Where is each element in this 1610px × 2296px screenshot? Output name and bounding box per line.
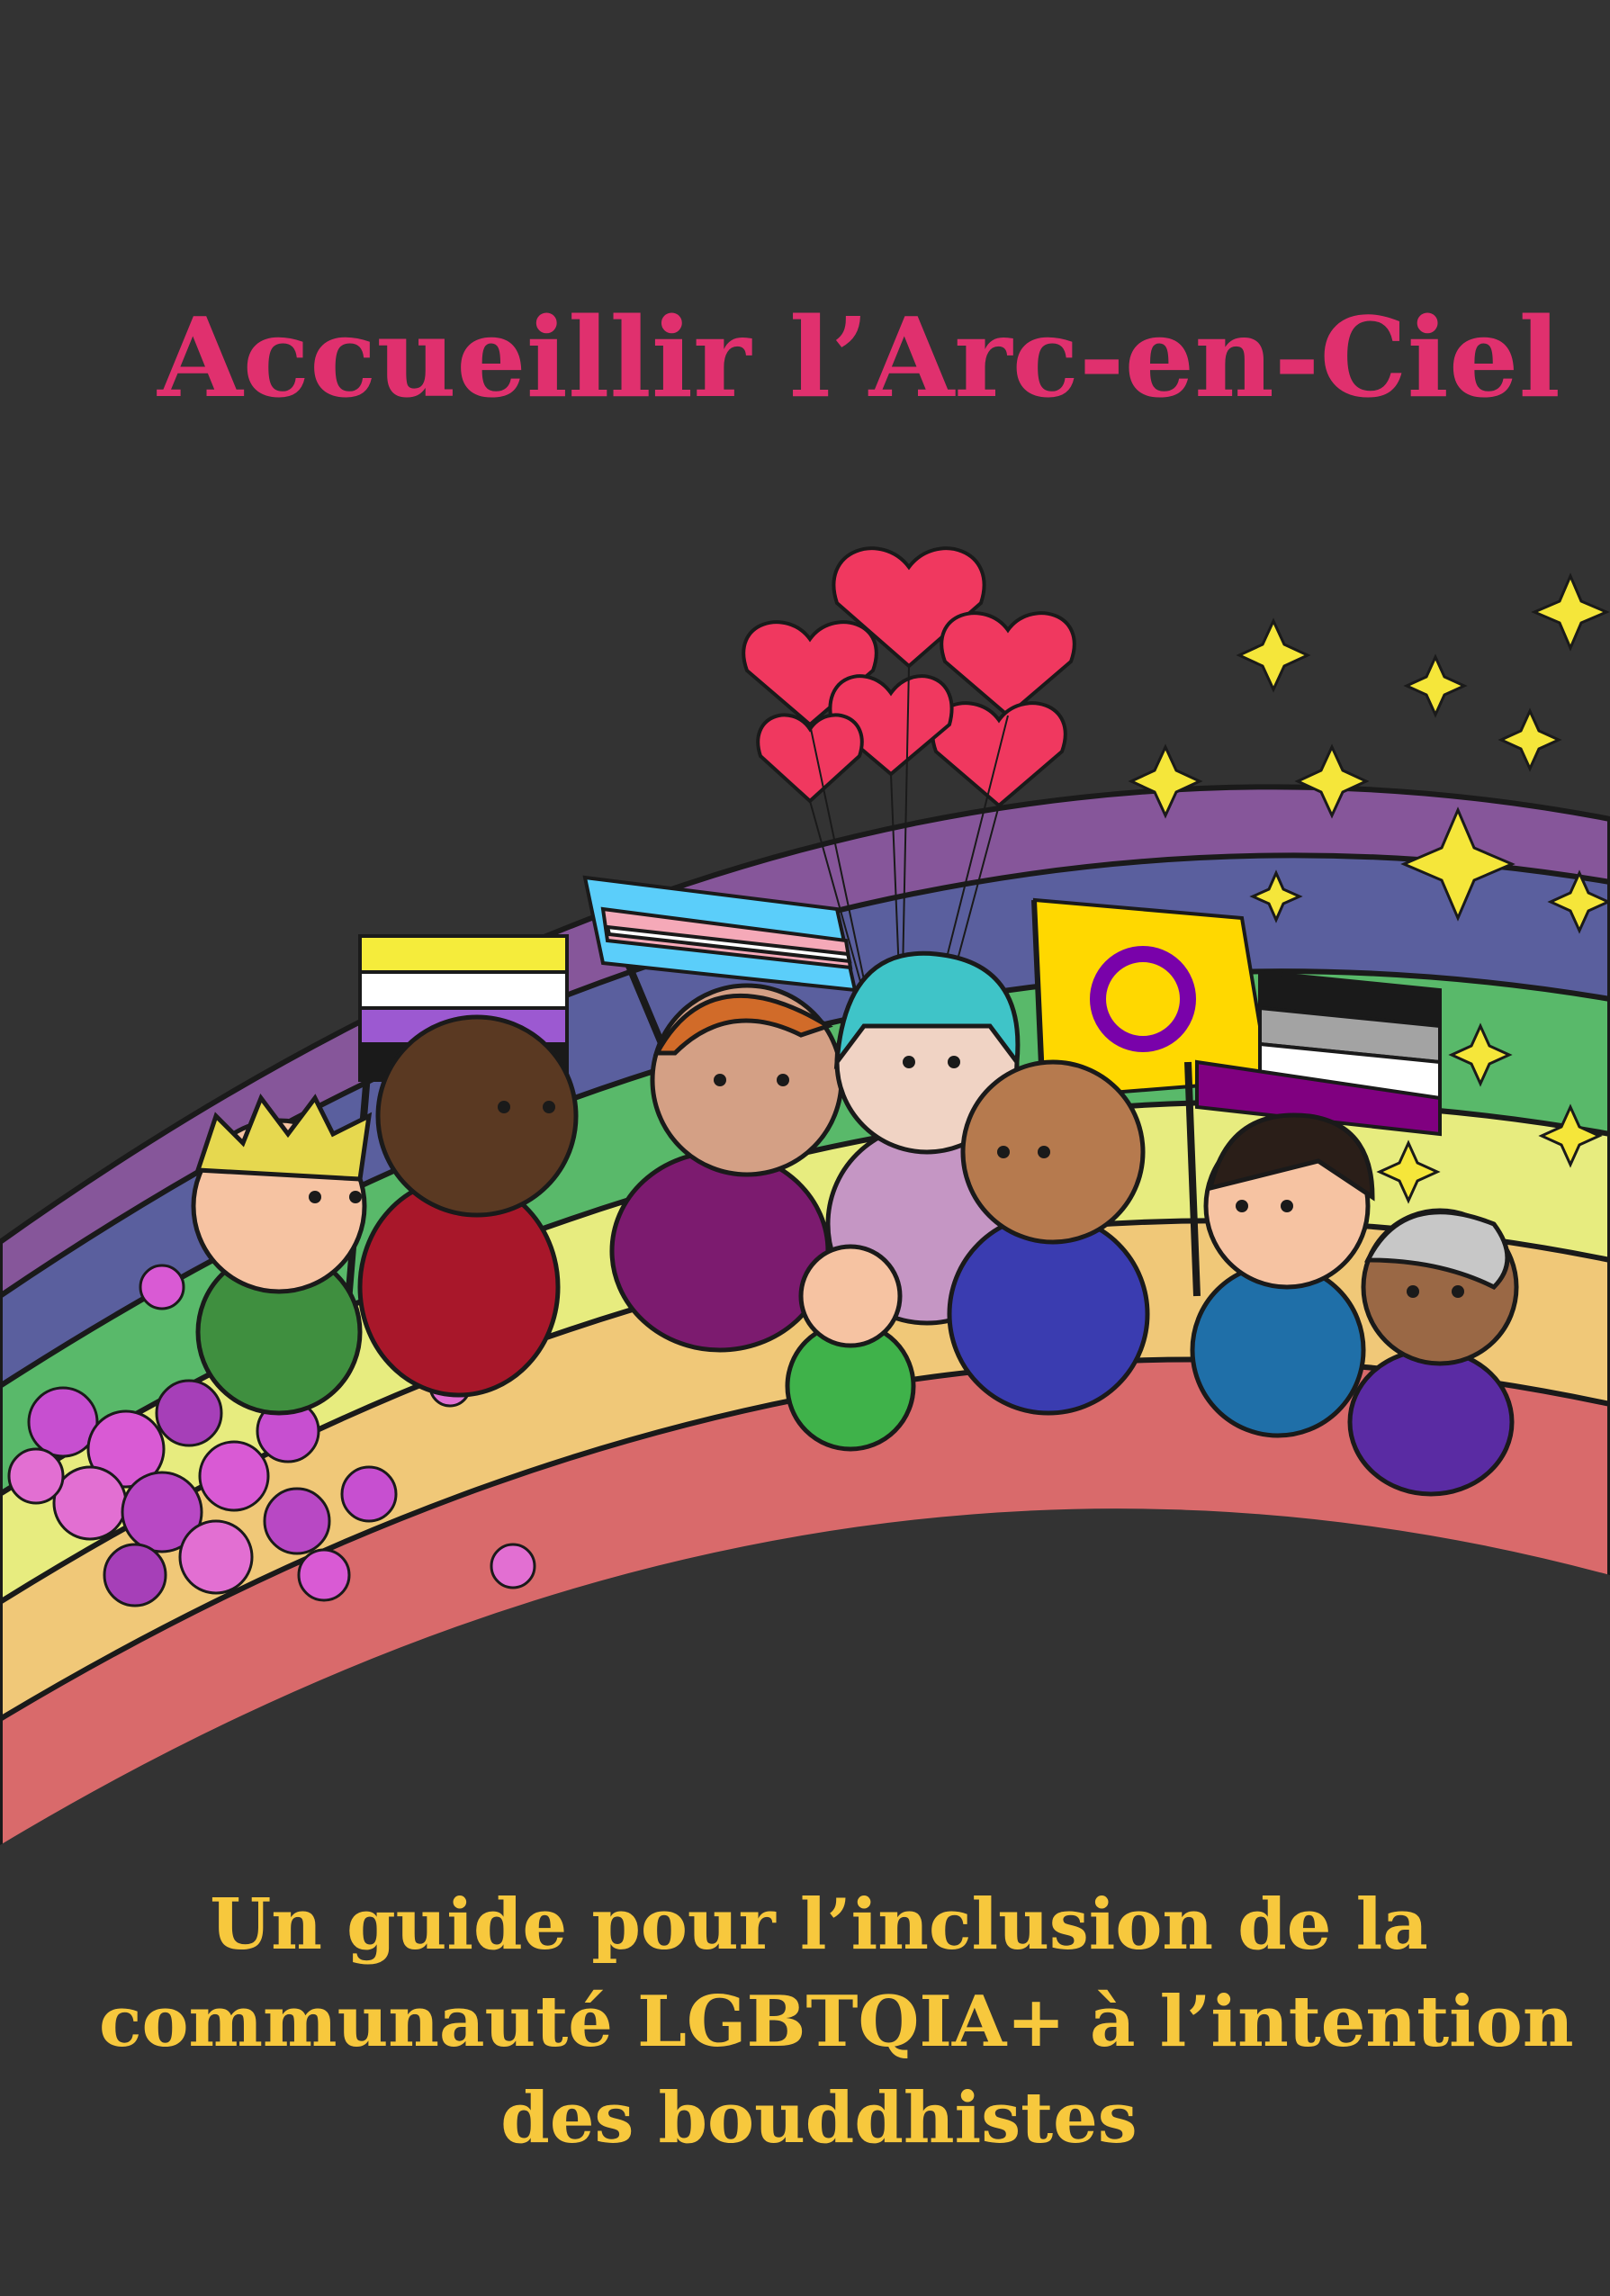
subtitle-line: Un guide pour l’inclusion de la [210,1884,1428,1966]
cover-title: Accueillir l’Arc-en-Ciel [157,293,1561,422]
rainbow-illustration [0,546,1610,1872]
cover-page: Accueillir l’Arc-en-Ciel Un guide pour l… [0,0,1610,2296]
subtitle-line: des bouddhistes [500,2077,1138,2160]
cover-subtitle: Un guide pour l’inclusion de la communau… [99,1877,1574,2167]
subtitle-line: communauté LGBTQIA+ à l’intention [99,1980,1574,2063]
